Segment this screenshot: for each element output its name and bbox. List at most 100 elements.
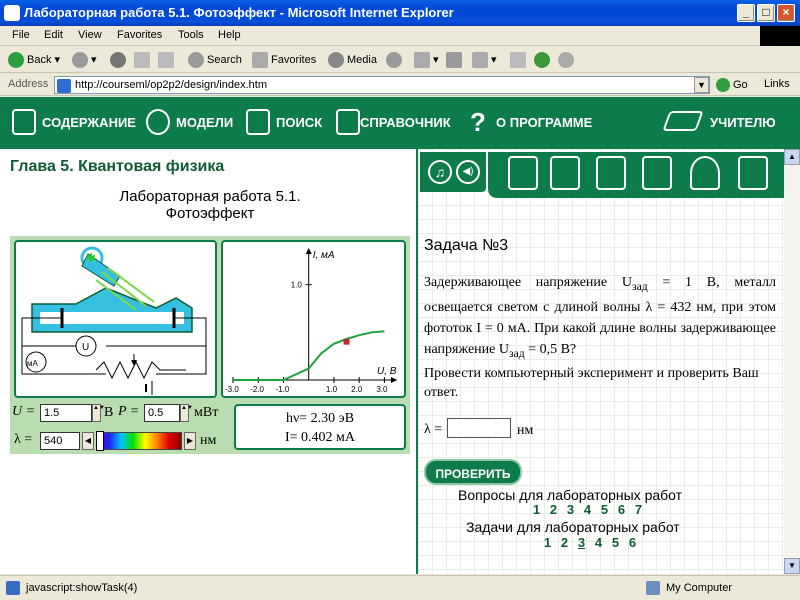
scales-icon[interactable] (690, 156, 720, 190)
menu-tools[interactable]: Tools (178, 29, 204, 41)
question-icon: ? (470, 107, 486, 137)
task-text: Задерживающее напряжение Uзад = 1 В, мет… (424, 272, 776, 402)
messenger-button[interactable] (534, 52, 553, 68)
nav-models[interactable]: МОДЕЛИ (176, 115, 233, 130)
circuit-panel: ✱ мА U (14, 240, 217, 398)
question-link-5[interactable]: 5 (596, 502, 613, 517)
task-link-1[interactable]: 1 (539, 535, 556, 550)
forward-button[interactable]: ▾ (72, 52, 97, 68)
media-button[interactable]: Media (328, 52, 377, 68)
menu-favorites[interactable]: Favorites (117, 29, 162, 41)
speaker-icon[interactable]: ◀) (456, 160, 480, 184)
u-unit: В (104, 405, 114, 420)
voltage-spinner[interactable]: ▲▼ (92, 404, 105, 422)
checklist-icon[interactable] (738, 156, 768, 190)
theory-book-icon[interactable] (508, 156, 538, 190)
wavelength-input[interactable] (40, 432, 80, 450)
question-link-1[interactable]: 1 (528, 502, 545, 517)
x-axis-arrow (391, 377, 397, 383)
history-button[interactable] (386, 52, 405, 68)
refresh-button[interactable] (134, 52, 153, 68)
search-button[interactable]: Search (188, 52, 242, 68)
home-icon (158, 52, 174, 68)
address-input[interactable]: http://courseml/op2p2/design/index.htm (54, 76, 710, 94)
minimize-button[interactable]: _ (737, 4, 755, 22)
question-link-2[interactable]: 2 (545, 502, 562, 517)
history-icon (386, 52, 402, 68)
x-axis-label: U, В (377, 366, 397, 377)
quiz-icon[interactable] (550, 156, 580, 190)
nav-about[interactable]: О ПРОГРАММЕ (496, 115, 592, 130)
research-button[interactable] (558, 52, 577, 68)
stop-button[interactable] (110, 52, 129, 68)
address-dropdown[interactable]: ▼ (694, 77, 709, 93)
task-title: Задача №3 (424, 237, 509, 254)
operating-point-marker (343, 338, 350, 345)
home-button[interactable] (158, 52, 177, 68)
task-link-2[interactable]: 2 (556, 535, 573, 550)
links-button[interactable]: Links (764, 78, 790, 90)
spectrum-left-arrow[interactable]: ◀ (82, 432, 94, 450)
models-gear-icon (146, 109, 170, 135)
task-link-3[interactable]: 3 (573, 535, 590, 550)
answer-unit: нм (517, 423, 534, 438)
vertical-scrollbar[interactable]: ▲ ▼ (784, 149, 800, 574)
favorites-button[interactable]: Favorites (252, 52, 316, 68)
print-icon (446, 52, 462, 68)
question-link-7[interactable]: 7 (630, 502, 647, 517)
spectrum-thumb[interactable] (96, 431, 104, 451)
menu-view[interactable]: View (78, 29, 102, 41)
menu-bar: File Edit View Favorites Tools Help (0, 26, 800, 46)
task-link-4[interactable]: 4 (590, 535, 607, 550)
spectrum-right-arrow[interactable]: ▶ (184, 432, 196, 450)
nav-search[interactable]: ПОИСК (276, 115, 322, 130)
go-button[interactable]: Go (716, 78, 748, 92)
menu-edit[interactable]: Edit (44, 29, 63, 41)
windows-logo (760, 26, 800, 46)
answer-label: λ = (424, 422, 443, 437)
nav-contents[interactable]: СОДЕРЖАНИЕ (42, 115, 136, 130)
menu-file[interactable]: File (12, 29, 30, 41)
status-bar: javascript:showTask(4) My Computer (0, 575, 800, 600)
sound-icon[interactable]: ♫ (428, 160, 452, 184)
question-link-6[interactable]: 6 (613, 502, 630, 517)
close-button[interactable]: × (777, 4, 795, 22)
nav-teacher[interactable]: УЧИТЕЛЮ (710, 115, 776, 130)
voltage-input[interactable] (40, 404, 92, 422)
solved-tasks-icon[interactable] (642, 156, 672, 190)
lab-title-line2: Фотоэффект (165, 205, 255, 222)
task-link-6[interactable]: 6 (624, 535, 641, 550)
maximize-button[interactable]: □ (757, 4, 775, 22)
edit-button[interactable]: ▾ (472, 52, 497, 68)
toolbar: Back ▾ ▾ Search Favorites Media ▾ ▾ (0, 47, 800, 73)
scroll-down-button[interactable]: ▼ (784, 558, 800, 574)
x-tick-label: 3.0 (376, 385, 388, 394)
ie-icon (4, 5, 20, 21)
question-link-4[interactable]: 4 (579, 502, 596, 517)
power-spinner[interactable]: ▲▼ (180, 404, 193, 422)
print-button[interactable] (446, 52, 465, 68)
svg-text:✱: ✱ (86, 251, 96, 265)
menu-help[interactable]: Help (218, 29, 241, 41)
scroll-up-button[interactable]: ▲ (784, 149, 800, 165)
question-link-3[interactable]: 3 (562, 502, 579, 517)
power-input[interactable] (144, 404, 180, 422)
u-label: U = (12, 404, 36, 419)
status-text: javascript:showTask(4) (26, 582, 138, 594)
answer-input[interactable] (447, 418, 511, 438)
tool-tabs: ♫ ◀) (420, 152, 784, 200)
go-arrow-icon (716, 78, 730, 92)
back-button[interactable]: Back ▾ (8, 52, 60, 68)
lab-title: Лабораторная работа 5.1. Фотоэффект (40, 188, 380, 222)
task-link-5[interactable]: 5 (607, 535, 624, 550)
nav-reference[interactable]: СПРАВОЧНИК (360, 115, 451, 130)
tasks-icon[interactable] (596, 156, 626, 190)
edit-icon (472, 52, 488, 68)
spectrum-slider[interactable] (96, 432, 182, 450)
discuss-button[interactable] (510, 52, 529, 68)
mail-button[interactable]: ▾ (414, 52, 439, 68)
title-bar: Лабораторная работа 5.1. Фотоэффект - Mi… (0, 0, 800, 26)
check-button[interactable]: ПРОВЕРИТЬ (424, 459, 522, 485)
search-list-icon (246, 109, 270, 135)
task-instruction: Провести компьютерный эксперимент и пров… (424, 365, 759, 400)
